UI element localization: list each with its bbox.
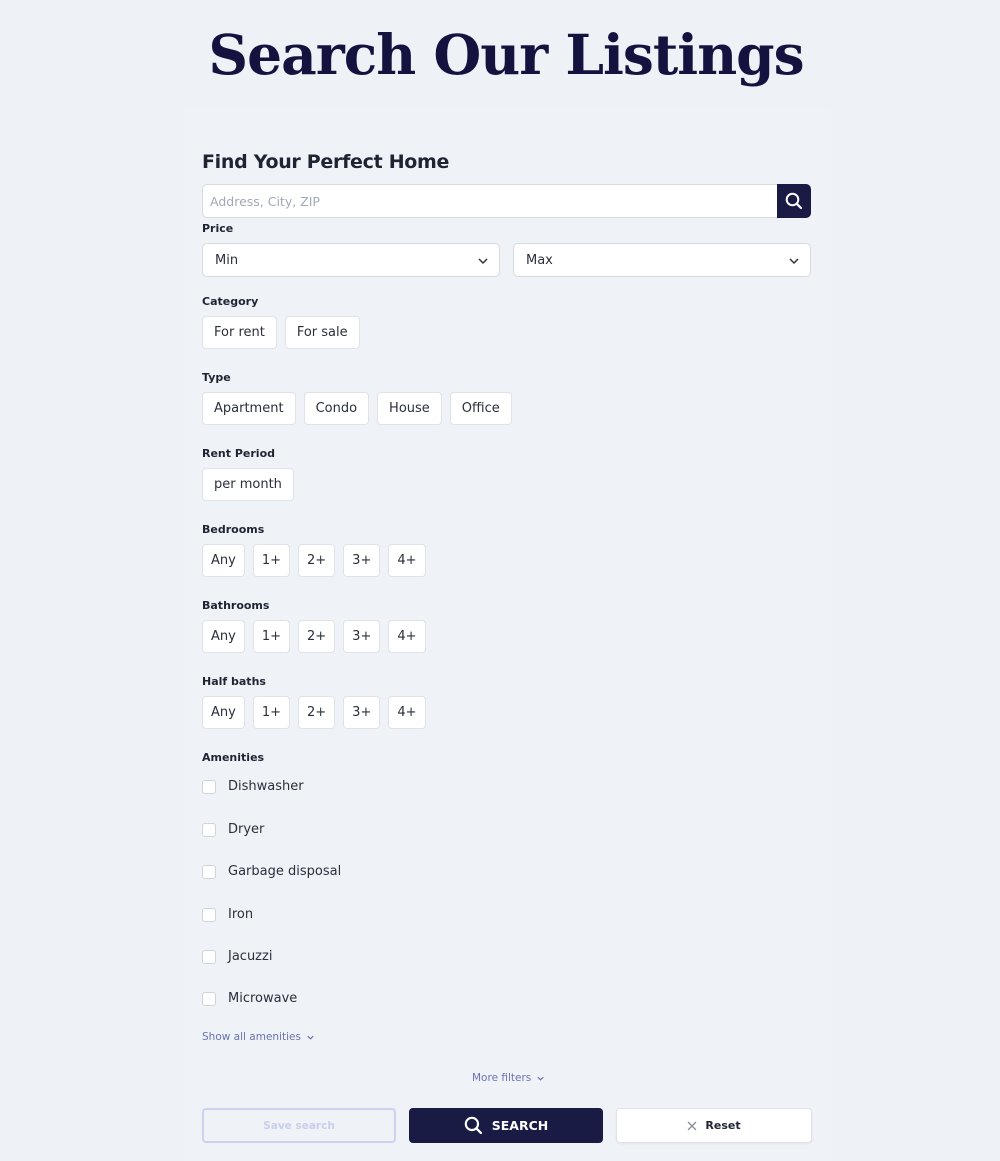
bedrooms-options: Any 1+ 2+ 3+ 4+ [202, 544, 426, 577]
form-title: Find Your Perfect Home [202, 151, 450, 173]
price-min-select[interactable]: Min [202, 243, 500, 277]
amenity-checkbox[interactable] [202, 949, 216, 964]
chevron-down-icon [537, 1076, 544, 1081]
reset-button-label: Reset [705, 1119, 741, 1132]
amenity-jacuzzi[interactable]: Jacuzzi [202, 949, 272, 964]
half-baths-label: Half baths [202, 675, 266, 688]
price-max-select[interactable]: Max [513, 243, 811, 277]
close-icon [687, 1121, 697, 1130]
bathrooms-option-any[interactable]: Any [202, 620, 245, 653]
chevron-down-icon [478, 258, 488, 265]
type-options: Apartment Condo House Office [202, 392, 512, 425]
amenity-dryer[interactable]: Dryer [202, 822, 264, 837]
chevron-down-icon [789, 258, 799, 265]
price-label: Price [202, 222, 234, 235]
price-max-value: Max [526, 252, 553, 268]
bathrooms-options: Any 1+ 2+ 3+ 4+ [202, 620, 426, 653]
amenity-checkbox[interactable] [202, 907, 216, 922]
bedrooms-option-1plus[interactable]: 1+ [252, 544, 290, 577]
category-option-for-sale[interactable]: For sale [284, 316, 360, 349]
type-option-condo[interactable]: Condo [303, 392, 370, 425]
bedrooms-label: Bedrooms [202, 523, 265, 536]
type-option-apartment[interactable]: Apartment [202, 392, 296, 425]
save-search-button[interactable]: Save search [202, 1108, 396, 1143]
search-button-label: SEARCH [491, 1118, 549, 1133]
amenity-checkbox[interactable] [202, 991, 216, 1006]
amenity-label: Dishwasher [228, 779, 304, 794]
amenity-label: Garbage disposal [228, 864, 342, 879]
more-filters-link[interactable]: More filters [472, 1072, 545, 1084]
type-option-house[interactable]: House [377, 392, 442, 425]
type-label: Type [202, 371, 231, 384]
bathrooms-option-1plus[interactable]: 1+ [252, 620, 290, 653]
bedrooms-option-4plus[interactable]: 4+ [388, 544, 426, 577]
half-baths-option-3plus[interactable]: 3+ [343, 696, 381, 729]
half-baths-option-any[interactable]: Any [202, 696, 245, 729]
bathrooms-option-4plus[interactable]: 4+ [388, 620, 426, 653]
half-baths-options: Any 1+ 2+ 3+ 4+ [202, 696, 426, 729]
amenity-checkbox[interactable] [202, 864, 216, 879]
page-title: Search Our Listings [208, 22, 804, 87]
bedrooms-option-any[interactable]: Any [202, 544, 245, 577]
type-option-office[interactable]: Office [449, 392, 512, 425]
price-min-value: Min [215, 252, 239, 268]
amenity-checkbox[interactable] [202, 822, 216, 837]
rent-period-label: Rent Period [202, 447, 275, 460]
search-icon [464, 1116, 482, 1135]
amenity-checkbox[interactable] [202, 779, 216, 794]
rent-period-options: per month [202, 468, 294, 501]
amenities-label: Amenities [202, 751, 265, 764]
amenity-label: Iron [228, 907, 254, 922]
amenity-garbage-disposal[interactable]: Garbage disposal [202, 864, 341, 879]
bathrooms-option-3plus[interactable]: 3+ [343, 620, 381, 653]
amenity-label: Jacuzzi [228, 949, 273, 964]
amenity-dishwasher[interactable]: Dishwasher [202, 779, 304, 794]
search-input[interactable] [202, 184, 777, 218]
bedrooms-option-3plus[interactable]: 3+ [343, 544, 381, 577]
reset-button[interactable]: Reset [616, 1108, 812, 1143]
half-baths-option-2plus[interactable]: 2+ [298, 696, 336, 729]
bathrooms-option-2plus[interactable]: 2+ [298, 620, 336, 653]
amenity-iron[interactable]: Iron [202, 907, 253, 922]
half-baths-option-1plus[interactable]: 1+ [252, 696, 290, 729]
save-search-label: Save search [263, 1119, 335, 1132]
category-option-for-rent[interactable]: For rent [202, 316, 277, 349]
rent-period-option-per-month[interactable]: per month [202, 468, 294, 501]
bedrooms-option-2plus[interactable]: 2+ [298, 544, 336, 577]
amenity-label: Dryer [228, 822, 265, 837]
show-all-amenities-link[interactable]: Show all amenities [202, 1031, 315, 1043]
search-row [202, 184, 811, 218]
search-button[interactable]: SEARCH [409, 1108, 603, 1143]
search-icon [785, 192, 803, 210]
show-all-amenities-label: Show all amenities [202, 1031, 301, 1043]
amenity-label: Microwave [228, 991, 298, 1006]
category-label: Category [202, 295, 259, 308]
more-filters-label: More filters [472, 1072, 532, 1084]
half-baths-option-4plus[interactable]: 4+ [388, 696, 426, 729]
search-submit-button[interactable] [777, 184, 811, 218]
bathrooms-label: Bathrooms [202, 599, 270, 612]
chevron-down-icon [307, 1035, 314, 1040]
amenity-microwave[interactable]: Microwave [202, 991, 297, 1006]
category-options: For rent For sale [202, 316, 360, 349]
